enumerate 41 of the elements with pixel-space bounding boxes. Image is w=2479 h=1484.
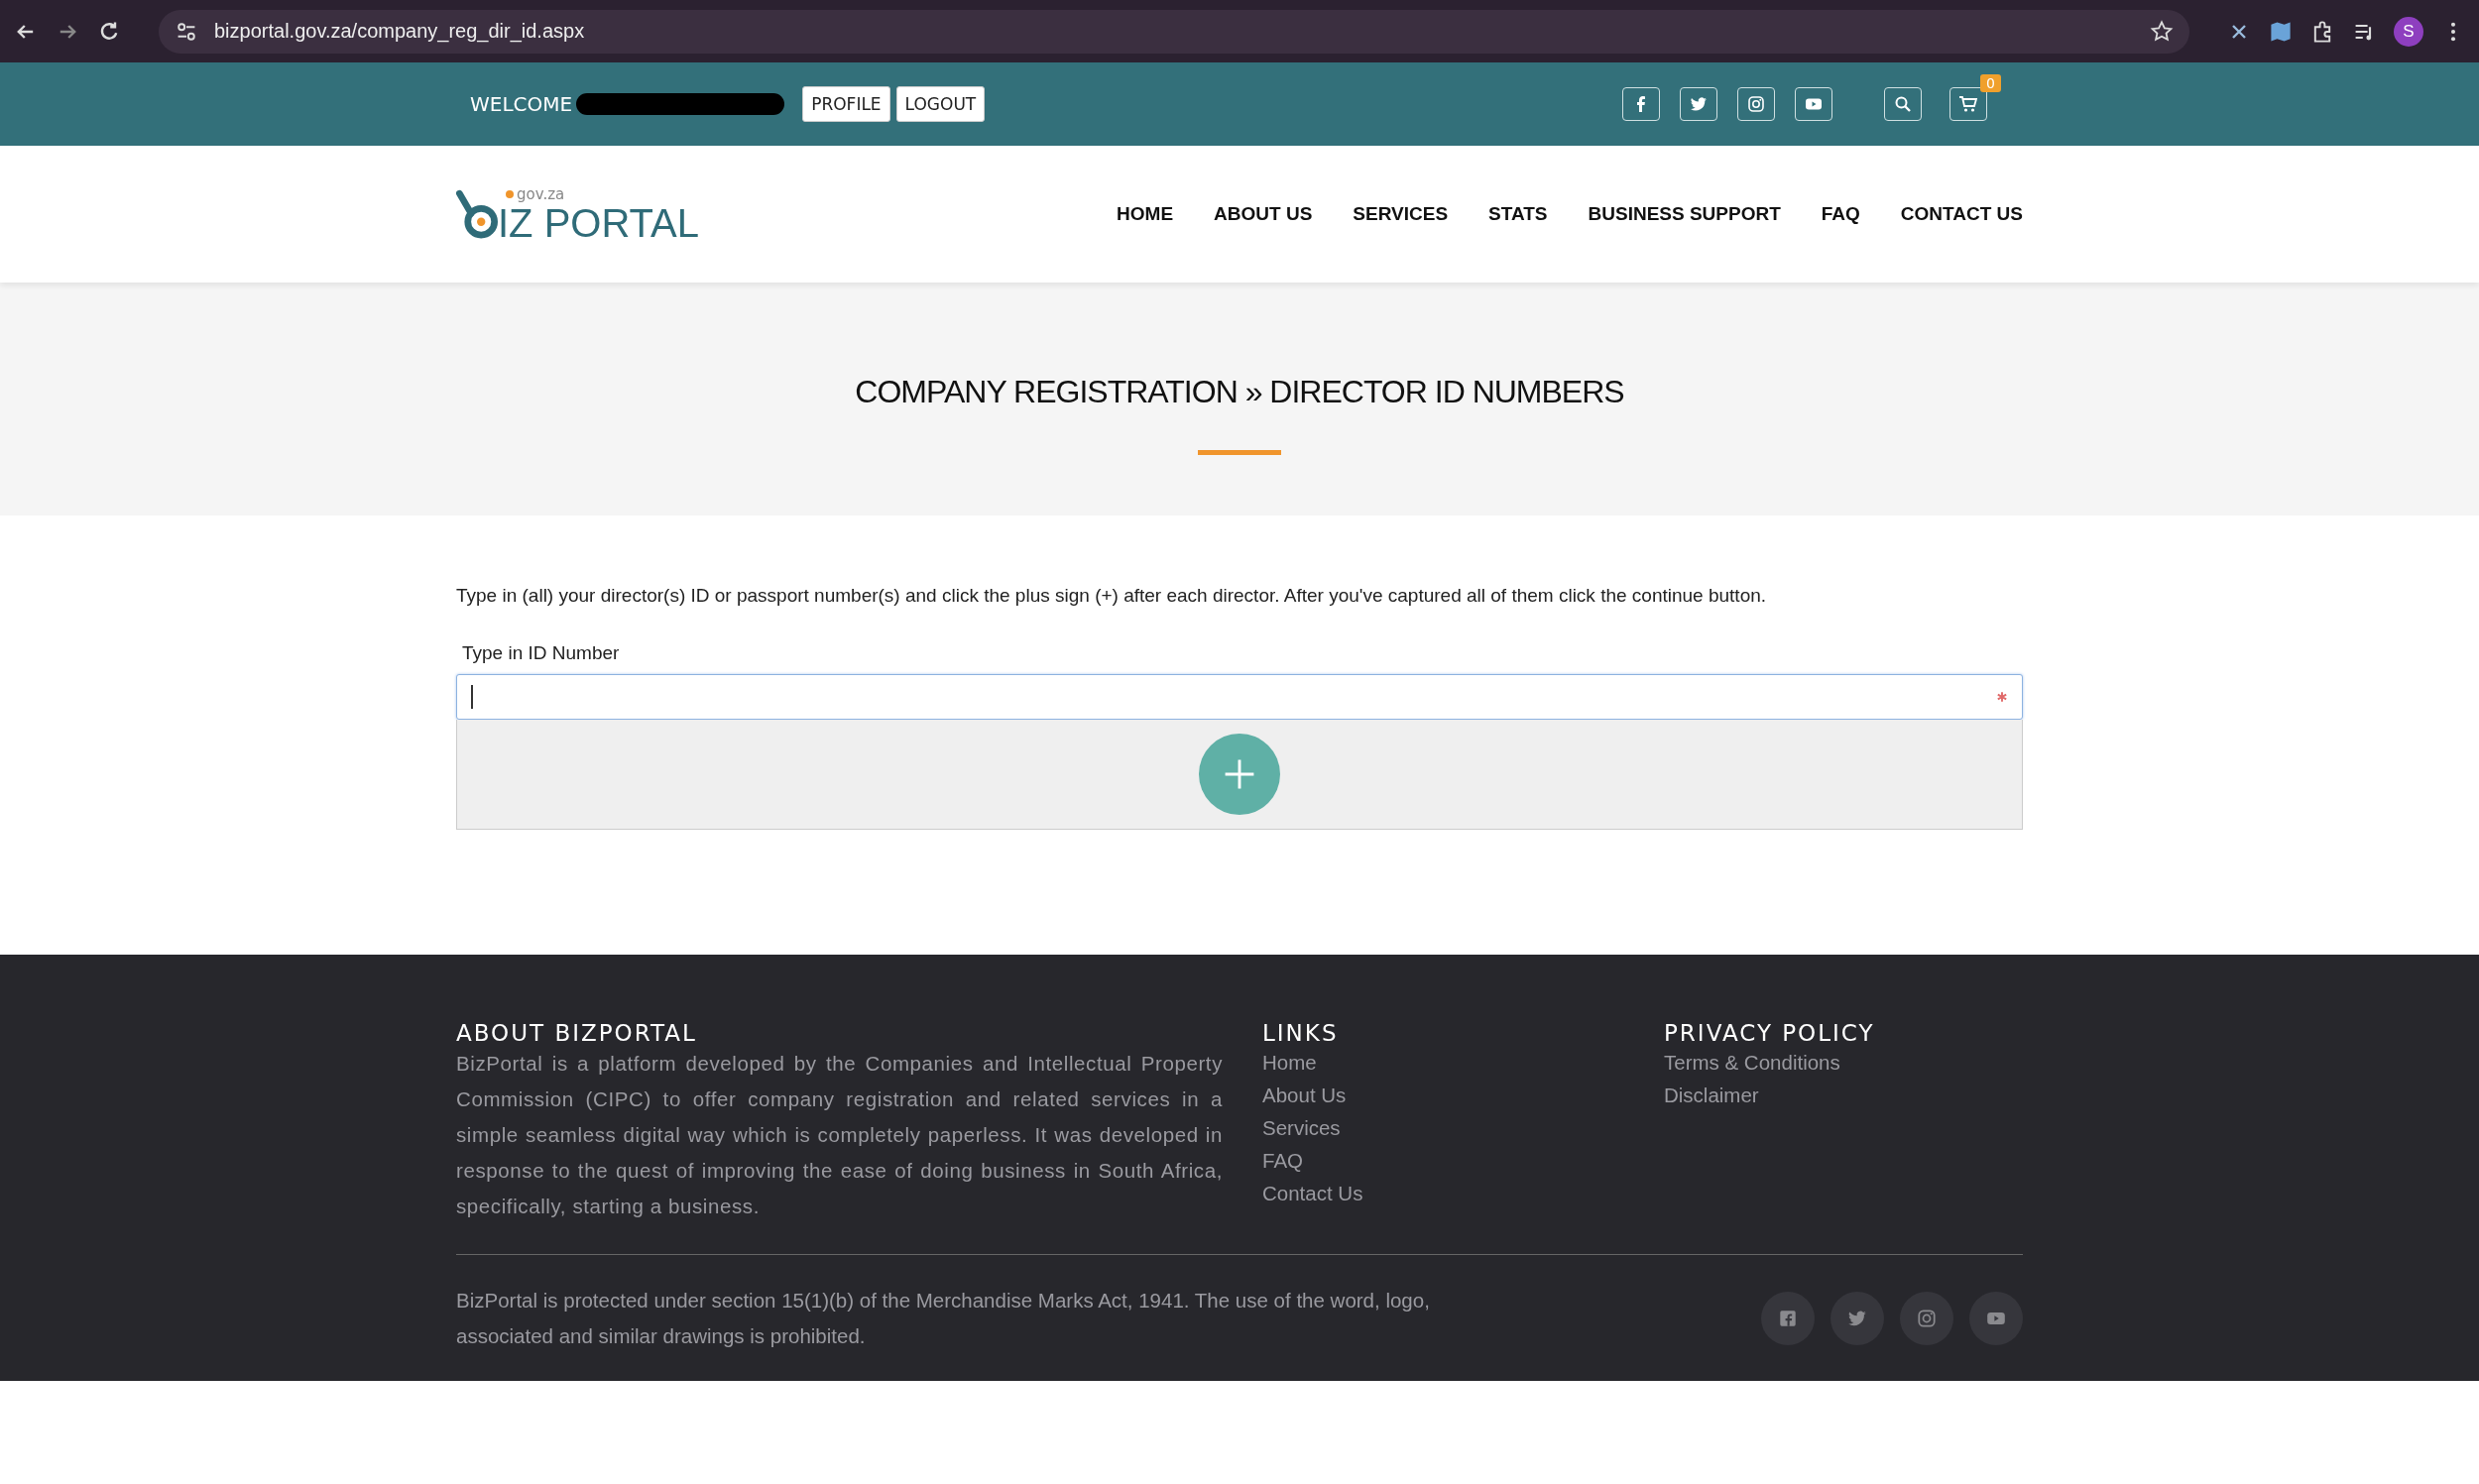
site-logo[interactable]: gov.za IZ PORTAL: [456, 185, 699, 243]
search-button[interactable]: [1884, 87, 1922, 121]
field-label: Type in ID Number: [462, 642, 621, 664]
nav-link[interactable]: BUSINESS SUPPORT: [1588, 203, 1781, 225]
footer-heading: ABOUT BIZPORTAL: [456, 1020, 698, 1046]
search-icon: [1893, 94, 1913, 114]
footer-link[interactable]: Home: [1262, 1046, 1664, 1079]
bookmark-star-icon[interactable]: [2150, 19, 2174, 44]
footer-link[interactable]: About Us: [1262, 1079, 1664, 1111]
footer-link[interactable]: FAQ: [1262, 1144, 1664, 1177]
logo-text: IZ PORTAL: [498, 203, 699, 243]
twitter-icon[interactable]: [1680, 87, 1717, 121]
cart-icon: [1958, 94, 1978, 114]
account-button[interactable]: LOGOUT: [895, 86, 986, 122]
nav-link[interactable]: ABOUT US: [1214, 203, 1313, 225]
footer-heading: LINKS: [1262, 1020, 1340, 1046]
about-text: BizPortal is a platform developed by the Companies and Intellectual Property Commission (CIPC) to offer company registration and related services in a simple seamless digital way which is completely paperless. It was developed in response to the quest of improving the ease of doing business in South Africa, specifically, starting a business.: [456, 1051, 1223, 1219]
map-icon[interactable]: [2269, 19, 2293, 44]
page-title: COMPANY REGISTRATION » DIRECTOR ID NUMBERS: [855, 373, 1624, 410]
welcome-text: WELCOME: [470, 92, 573, 116]
footer-link[interactable]: Disclaimer: [1664, 1079, 1875, 1111]
facebook-icon[interactable]: [1622, 87, 1660, 121]
nav-link[interactable]: SERVICES: [1353, 203, 1449, 225]
profile-avatar[interactable]: S: [2394, 16, 2423, 47]
nav-link[interactable]: CONTACT US: [1900, 203, 2023, 225]
footer-link[interactable]: Contact Us: [1262, 1177, 1664, 1209]
logo-domain: gov.za: [506, 185, 699, 203]
cart-count-badge: 0: [1980, 74, 2001, 92]
nav-link[interactable]: FAQ: [1821, 203, 1860, 225]
footer-link[interactable]: Terms & Conditions: [1664, 1046, 1875, 1079]
footer-heading: PRIVACY POLICY: [1664, 1020, 1875, 1046]
nav-link[interactable]: STATS: [1488, 203, 1548, 225]
youtube-icon[interactable]: [1795, 87, 1832, 121]
footer-link[interactable]: Services: [1262, 1111, 1664, 1144]
legal-text: BizPortal is protected under section 15(1)(b) of the Merchandise Marks Act, 1941. The use of the word, logo, associated and similar drawings is prohibited.: [456, 1288, 1431, 1349]
account-button[interactable]: PROFILE: [802, 86, 890, 122]
id-number-field[interactable]: [456, 674, 2023, 720]
nav-link[interactable]: HOME: [1117, 203, 1174, 225]
instagram-icon[interactable]: [1737, 87, 1775, 121]
address-bar[interactable]: bizportal.gov.za/company_reg_dir_id.aspx: [159, 9, 2189, 54]
instruction-text: Type in (all) your director(s) ID or passport number(s) and click the plus sign (+) after each director. After you've captured all of them click the continue button.: [456, 585, 1768, 607]
